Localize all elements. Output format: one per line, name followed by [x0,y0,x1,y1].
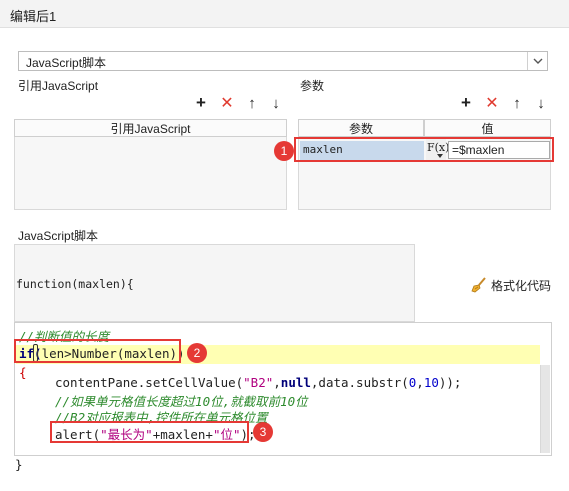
annotation-badge-2: 2 [187,343,207,363]
annotation-badge-1: 1 [274,141,294,161]
window-title: 编辑后1 [10,9,57,24]
code-token-number: 10 [423,375,439,390]
params-section-label: 参数 [300,79,325,93]
code-token: contentPane.setCellValue( [55,375,244,390]
param-add-icon[interactable]: + [458,93,474,112]
script-section-label: JavaScript脚本 [18,229,99,243]
format-code-button[interactable]: 格式化代码 [471,276,551,294]
code-token: , [416,375,424,390]
chevron-down-icon[interactable] [527,52,547,70]
code-token-keyword: null [280,375,311,390]
params-value-header: 值 [424,119,551,137]
annotation-badge-3: 3 [253,422,273,442]
code-token: )); [438,375,462,390]
script-type-select[interactable]: JavaScript脚本 [18,51,548,71]
ref-add-icon[interactable]: + [193,93,209,112]
code-line-4: contentPane.setCellValue("B2",null,data.… [55,375,461,390]
script-type-value: JavaScript脚本 [26,56,107,70]
code-token-string: "B2" [243,375,274,390]
highlight-box-1 [294,137,554,162]
ref-move-up-icon[interactable]: ↑ [244,95,260,112]
ref-delete-icon[interactable]: ✕ [219,95,235,112]
highlight-box-3 [50,421,249,443]
function-signature: function(maxlen){ [16,277,134,291]
closing-brace: } [15,457,23,472]
params-name-header: 参数 [298,119,424,137]
param-move-down-icon[interactable]: ↓ [533,95,549,112]
param-delete-icon[interactable]: ✕ [484,95,500,112]
ref-js-section-label: 引用JavaScript [18,79,99,93]
code-token: , [273,375,281,390]
code-token: ,data.substr( [310,375,409,390]
highlight-box-2 [14,339,181,363]
param-move-up-icon[interactable]: ↑ [509,95,525,112]
window-title-bar: 编辑后1 [0,0,569,28]
broom-icon [471,277,487,293]
format-code-label: 格式化代码 [491,278,552,293]
code-line-3: { [19,365,27,380]
ref-move-down-icon[interactable]: ↓ [268,95,284,112]
ref-js-column-header: 引用JavaScript [14,119,287,137]
editor-scrollbar[interactable] [540,365,550,453]
